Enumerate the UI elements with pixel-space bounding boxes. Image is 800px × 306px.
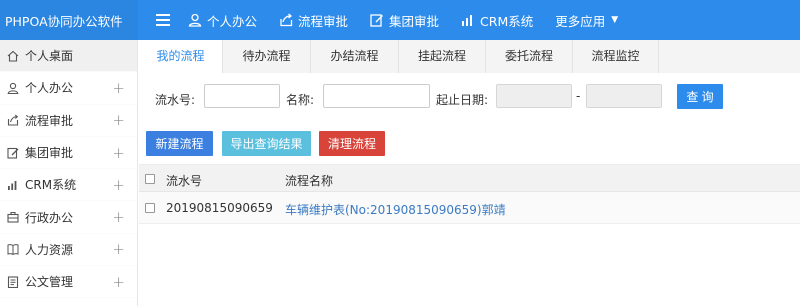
expand-icon[interactable]: + <box>112 79 125 97</box>
topnav-group-approval[interactable]: 集团审批 <box>370 11 439 30</box>
expand-icon[interactable]: + <box>112 240 125 258</box>
tab-flow-monitor[interactable]: 流程监控 <box>573 40 659 73</box>
topnav-label: 集团审批 <box>389 13 440 29</box>
topnav-label: 更多应用 <box>555 13 606 29</box>
top-navbar: PHPOA协同办公软件 个人办公 流程审批 集团审批 CRM系统 更多应用 ▼ <box>0 0 800 40</box>
column-header-serial: 流水号 <box>166 174 203 188</box>
topnav-label: CRM系统 <box>480 13 534 29</box>
book-icon <box>7 244 19 256</box>
date-separator: - <box>576 89 581 103</box>
tab-my-flows[interactable]: 我的流程 <box>139 40 223 73</box>
row-checkbox[interactable] <box>145 203 155 213</box>
column-header-flow-name: 流程名称 <box>285 174 334 188</box>
expand-icon[interactable]: + <box>112 273 125 291</box>
name-label: 名称: <box>286 93 315 107</box>
caret-down-icon: ▼ <box>611 15 619 25</box>
date-range-label: 起止日期: <box>436 93 489 107</box>
topnav-label: 个人办公 <box>207 13 258 29</box>
sidebar-item-label: 公文管理 <box>25 275 74 290</box>
table-row[interactable]: 20190815090659 车辆维护表(No:20190815090659)郭… <box>139 192 800 224</box>
sidebar-item-label: 个人桌面 <box>25 49 74 64</box>
menu-toggle-button[interactable] <box>138 14 188 26</box>
top-nav: 个人办公 流程审批 集团审批 CRM系统 更多应用 ▼ <box>188 0 640 40</box>
hamburger-icon <box>156 14 170 26</box>
document-icon <box>7 276 19 288</box>
start-date-input[interactable] <box>496 84 572 108</box>
name-input[interactable] <box>323 84 430 108</box>
serial-input[interactable] <box>204 84 280 108</box>
edit-icon <box>7 147 19 159</box>
flow-icon <box>7 114 19 126</box>
sidebar-item-flow-approval[interactable]: 流程审批 + <box>0 105 137 137</box>
end-date-input[interactable] <box>586 84 662 108</box>
flow-panel: 流水号: 名称: 起止日期: - 查 询 新建流程 导出查询结果 清理流程 流水… <box>139 73 800 306</box>
main-content: 我的流程 待办流程 办结流程 挂起流程 委托流程 流程监控 流水号: 名称: 起… <box>139 40 800 306</box>
expand-icon[interactable]: + <box>112 176 125 194</box>
briefcase-icon <box>7 212 19 223</box>
topnav-personal-office[interactable]: 个人办公 <box>188 11 257 30</box>
app-title: PHPOA协同办公软件 <box>0 0 138 40</box>
export-results-button[interactable]: 导出查询结果 <box>222 131 311 156</box>
home-icon <box>7 50 19 62</box>
sidebar-item-label: 流程审批 <box>25 113 74 128</box>
sidebar-item-crm[interactable]: CRM系统 + <box>0 169 137 202</box>
sidebar-item-label: 集团审批 <box>25 146 74 161</box>
user-icon <box>188 13 202 27</box>
chart-icon <box>8 180 17 190</box>
flow-table: 流水号 流程名称 20190815090659 车辆维护表(No:2019081… <box>139 164 800 224</box>
expand-icon[interactable]: + <box>112 144 125 162</box>
clean-flow-button[interactable]: 清理流程 <box>319 131 385 156</box>
row-serial: 20190815090659 <box>166 201 273 215</box>
user-icon <box>7 82 19 94</box>
table-header: 流水号 流程名称 <box>139 164 800 192</box>
sidebar-item-group-approval[interactable]: 集团审批 + <box>0 137 137 170</box>
topnav-crm[interactable]: CRM系统 <box>461 11 533 30</box>
edit-icon <box>370 14 384 27</box>
sidebar-item-label: 个人办公 <box>25 81 74 96</box>
sidebar: 个人桌面 个人办公 + 流程审批 + 集团审批 + CRM系统 + 行政办公 +… <box>0 40 138 306</box>
tab-suspended-flows[interactable]: 挂起流程 <box>399 40 486 73</box>
new-flow-button[interactable]: 新建流程 <box>146 131 213 156</box>
topnav-flow-approval[interactable]: 流程审批 <box>279 11 348 30</box>
topnav-more-apps[interactable]: 更多应用 ▼ <box>555 11 618 30</box>
expand-icon[interactable]: + <box>112 208 125 226</box>
search-form: 流水号: 名称: 起止日期: - 查 询 <box>139 73 800 129</box>
sidebar-item-document-management[interactable]: 公文管理 + <box>0 266 137 299</box>
tab-delegated-flows[interactable]: 委托流程 <box>486 40 573 73</box>
row-flow-name-link[interactable]: 车辆维护表(No:20190815090659)郭靖 <box>285 201 506 218</box>
tab-pending-flows[interactable]: 待办流程 <box>223 40 311 73</box>
chart-icon <box>462 15 473 26</box>
query-button[interactable]: 查 询 <box>677 84 723 109</box>
select-all-checkbox[interactable] <box>145 174 155 184</box>
sidebar-item-admin-office[interactable]: 行政办公 + <box>0 201 137 234</box>
sidebar-item-label: 行政办公 <box>25 210 74 225</box>
sidebar-item-personal-office[interactable]: 个人办公 + <box>0 72 137 105</box>
sidebar-item-hr[interactable]: 人力资源 + <box>0 234 137 267</box>
tab-completed-flows[interactable]: 办结流程 <box>311 40 399 73</box>
topnav-label: 流程审批 <box>298 13 349 29</box>
sidebar-item-personal-desktop[interactable]: 个人桌面 <box>0 40 137 73</box>
expand-icon[interactable]: + <box>112 111 125 129</box>
serial-label: 流水号: <box>155 93 196 107</box>
sidebar-item-label: 人力资源 <box>25 242 74 257</box>
flow-tabs: 我的流程 待办流程 办结流程 挂起流程 委托流程 流程监控 <box>139 40 800 73</box>
flow-icon <box>280 13 293 27</box>
sidebar-item-label: CRM系统 <box>25 178 77 193</box>
